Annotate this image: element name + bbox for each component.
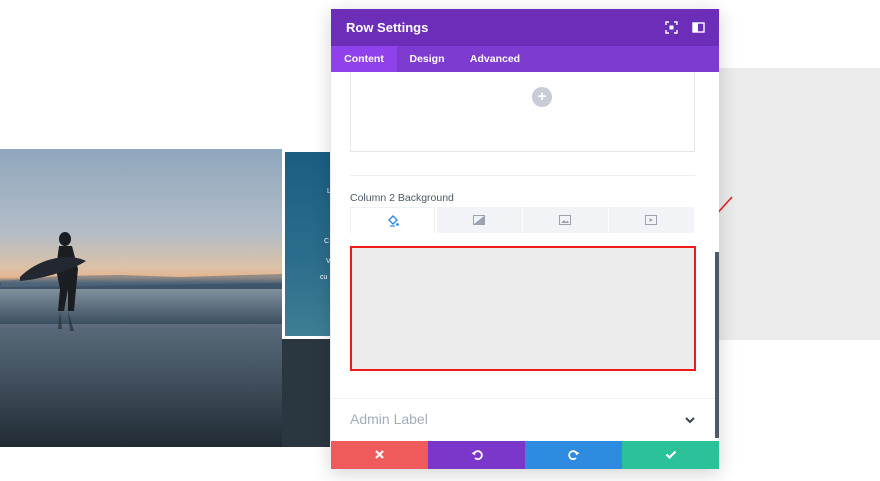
plus-icon[interactable]: + — [532, 87, 552, 107]
save-button[interactable] — [622, 441, 719, 469]
panel-text-3: V — [326, 258, 331, 265]
tab-content[interactable]: Content — [331, 46, 397, 72]
blue-panel-inner: L C V cu — [285, 152, 331, 336]
modal-header: Row Settings — [331, 9, 719, 46]
background-type-tabs — [350, 207, 695, 233]
check-icon — [665, 450, 677, 460]
tab-design[interactable]: Design — [397, 46, 457, 72]
tab-advanced[interactable]: Advanced — [459, 46, 531, 72]
admin-label-toggle[interactable]: Admin Label — [350, 411, 428, 427]
admin-divider — [331, 398, 719, 399]
settings-tabs: Content Design Advanced — [331, 46, 719, 72]
paint-bucket-icon — [388, 215, 399, 227]
undo-icon — [471, 450, 483, 461]
sidebar-toggle-icon[interactable] — [692, 21, 705, 34]
redo-icon — [568, 450, 580, 461]
scrollbar[interactable] — [715, 252, 719, 438]
column-upload-area[interactable]: + — [350, 72, 695, 152]
section-divider — [350, 175, 695, 176]
photo-right-strip — [282, 330, 330, 447]
chevron-down-icon[interactable] — [684, 415, 696, 425]
undo-button[interactable] — [428, 441, 525, 469]
background-video-tab[interactable] — [609, 207, 694, 233]
settings-body: + Column 2 Background Admin Label — [331, 72, 719, 441]
row-settings-modal: Row Settings Content Design Advanced + C… — [331, 9, 719, 469]
gradient-icon — [473, 215, 485, 225]
panel-text-4: cu — [320, 274, 328, 281]
background-gradient-tab[interactable] — [437, 207, 522, 233]
panel-text-2: C — [324, 238, 330, 245]
blue-text-panel: L C V cu — [282, 149, 331, 339]
column-background-label: Column 2 Background — [350, 192, 454, 204]
background-color-tab[interactable] — [350, 207, 435, 233]
redo-button[interactable] — [525, 441, 622, 469]
background-color-preview[interactable] — [350, 246, 696, 371]
surfer-photo — [0, 149, 282, 447]
close-icon — [375, 450, 384, 459]
fullscreen-icon[interactable] — [665, 21, 678, 34]
discard-button[interactable] — [331, 441, 428, 469]
image-icon — [559, 215, 571, 225]
page-gray-block — [719, 68, 880, 340]
background-image-tab[interactable] — [523, 207, 608, 233]
surfer-silhouette — [0, 232, 282, 331]
modal-title: Row Settings — [346, 20, 429, 35]
modal-footer — [331, 441, 719, 469]
video-icon — [645, 215, 657, 225]
